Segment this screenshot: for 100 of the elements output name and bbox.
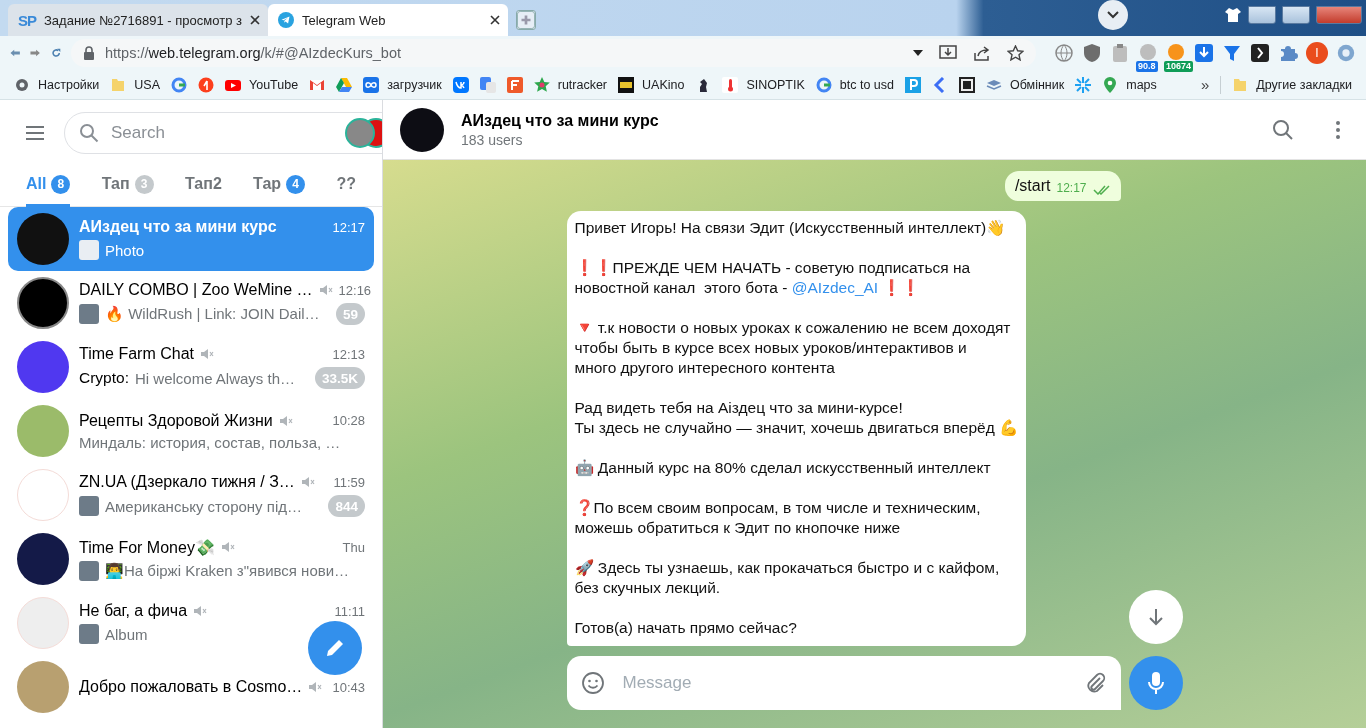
compose-button[interactable] bbox=[308, 621, 362, 675]
close-icon[interactable] bbox=[489, 15, 500, 25]
message-preview: 👨‍💻На біржі Kraken з"явився нови… bbox=[105, 561, 350, 580]
message-text: 🚀 Здесь ты узнаешь, как прокачаться быстро и с кайфом, без скучных лекций. bbox=[574, 558, 1001, 598]
infinity-icon bbox=[363, 76, 380, 93]
extension-badge: 10674 bbox=[1164, 61, 1193, 72]
minimize-button[interactable] bbox=[1248, 6, 1276, 24]
bookmark[interactable]: btc to usd bbox=[815, 76, 894, 93]
chat-name: Добро пожаловать в Cosmo… bbox=[79, 678, 303, 696]
bookmark[interactable]: YouTube bbox=[225, 76, 299, 93]
message-text: Рад видеть тебя на Аiздец что за мини-курсе! Ты здесь не случайно — значит, хочешь двигаться вперёд 💪 bbox=[574, 398, 1018, 438]
gear-icon bbox=[14, 76, 30, 93]
triangle-logo-icon[interactable] bbox=[336, 76, 353, 93]
browser-tab[interactable]: SP Задание №2716891 - просмотр з bbox=[8, 4, 268, 36]
bracket-icon[interactable] bbox=[1250, 43, 1270, 63]
chat-time: Thu bbox=[342, 539, 365, 555]
voice-button[interactable] bbox=[1128, 656, 1183, 710]
bookmark[interactable]: Обмінник bbox=[986, 76, 1065, 93]
chat-item[interactable]: DAILY COMBO | Zoo WeMine … 12:16 🔥 WildRush | Link: JOIN Dail… 59 bbox=[8, 271, 374, 335]
translate-icon[interactable] bbox=[479, 76, 496, 93]
folder-tab[interactable]: Тап 3 bbox=[101, 164, 154, 207]
film-icon bbox=[618, 76, 635, 93]
bookmark[interactable]: maps bbox=[1102, 76, 1157, 93]
microphone-icon bbox=[1145, 671, 1166, 695]
folder-tab[interactable]: Тап2 bbox=[184, 164, 222, 207]
puzzle-icon[interactable] bbox=[1278, 43, 1298, 63]
folder-tab[interactable]: Тар 4 bbox=[253, 164, 306, 207]
bookmark[interactable]: загрузчик bbox=[363, 76, 442, 93]
search-field[interactable]: Search bbox=[109, 121, 334, 144]
folder-icon bbox=[1232, 76, 1249, 93]
shield-icon[interactable] bbox=[1082, 43, 1102, 63]
unread-count: 4 bbox=[286, 174, 306, 194]
folder-tab[interactable]: ?? bbox=[336, 164, 356, 207]
chat-avatar[interactable] bbox=[400, 107, 444, 152]
tab-search-button[interactable] bbox=[1098, 0, 1128, 30]
circle-logo-icon[interactable] bbox=[198, 76, 214, 93]
unread-count: 3 bbox=[134, 174, 154, 194]
menu-icon[interactable] bbox=[24, 124, 46, 141]
coin-icon[interactable] bbox=[1166, 43, 1186, 63]
chat-name: Не баг, а фича bbox=[79, 602, 188, 620]
caret-icon[interactable] bbox=[913, 50, 923, 56]
message-preview: Album bbox=[105, 625, 148, 643]
chat-time: 10:43 bbox=[332, 679, 365, 695]
chat-item[interactable]: Time Farm Chat 12:13 Crypto: Hi welcome Always th… 33.5K bbox=[8, 335, 374, 399]
bookmark[interactable]: Другие закладки bbox=[1232, 76, 1352, 93]
message-text: /start bbox=[1014, 177, 1051, 195]
close-icon[interactable] bbox=[249, 15, 260, 25]
chat-item[interactable]: Добро пожаловать в Cosmo… 10:43 bbox=[8, 655, 374, 719]
profile-button[interactable]: I bbox=[1306, 42, 1328, 64]
globe-icon[interactable] bbox=[1054, 43, 1074, 63]
coin-icon[interactable] bbox=[1138, 43, 1158, 63]
chat-time: 12:16 bbox=[338, 282, 372, 298]
chat-item[interactable]: Time For Money💸 Thu 👨‍💻На біржі Kraken з"явився нови… bbox=[8, 527, 374, 591]
shirt-icon[interactable] bbox=[1224, 7, 1242, 23]
bookmark[interactable]: rutracker bbox=[533, 76, 608, 93]
smiley-icon[interactable] bbox=[580, 671, 605, 695]
share-icon[interactable] bbox=[973, 45, 991, 61]
chat-time: 11:11 bbox=[334, 603, 365, 619]
message-preview: Photo bbox=[105, 241, 145, 259]
clipboard-icon[interactable] bbox=[1110, 43, 1130, 63]
funnel-icon[interactable] bbox=[1222, 43, 1242, 63]
download-icon[interactable] bbox=[1194, 43, 1214, 63]
bookmark[interactable]: UAKino bbox=[618, 76, 685, 93]
chat-name: Time Farm Chat bbox=[79, 345, 194, 363]
chat-time: 12:13 bbox=[332, 346, 365, 362]
more-bookmarks-button[interactable]: » bbox=[1200, 76, 1210, 93]
square-logo-icon[interactable] bbox=[959, 76, 975, 93]
message-preview: Hi welcome Always th… bbox=[134, 369, 296, 387]
browser-tab[interactable]: Telegram Web bbox=[267, 4, 508, 36]
message-preview: Миндаль: история, состав, польза, … bbox=[79, 433, 341, 451]
chat-item[interactable]: ZN.UA (Дзеркало тижня / З… 11:59 Американську сторону під… 844 bbox=[8, 463, 374, 527]
bookmark[interactable]: USA bbox=[110, 76, 160, 93]
chat-name: Рецепты Здоровой Жизни bbox=[79, 411, 273, 430]
chat-name: Time For Money💸 bbox=[79, 537, 215, 557]
avatar bbox=[17, 469, 69, 521]
new-tab-icon[interactable] bbox=[515, 10, 536, 30]
bookmark[interactable]: Настройки bbox=[14, 76, 100, 93]
chat-name: DAILY COMBO | Zoo WeMine … bbox=[79, 281, 313, 299]
message-preview: 🔥 WildRush | Link: JOIN Dail… bbox=[105, 305, 320, 323]
install-icon[interactable] bbox=[939, 45, 957, 61]
avatar bbox=[17, 597, 69, 649]
search-icon[interactable] bbox=[1271, 117, 1295, 142]
scroll-down-button[interactable] bbox=[1128, 590, 1183, 644]
message-input[interactable]: Message bbox=[620, 672, 1067, 694]
chat-title[interactable]: АИздец что за мини курс bbox=[461, 111, 1240, 130]
message-field[interactable]: Message bbox=[566, 656, 1121, 710]
unread-count: 33.5K bbox=[314, 367, 365, 389]
bookmark[interactable]: SINOPTIK bbox=[722, 76, 805, 93]
g-logo-icon[interactable] bbox=[171, 76, 187, 93]
chevron-down-icon bbox=[1107, 11, 1119, 19]
map-pin-icon bbox=[1102, 76, 1119, 93]
message-time: 12:17 bbox=[1056, 181, 1087, 195]
sparkle-icon[interactable] bbox=[1075, 76, 1092, 93]
unread-count: 844 bbox=[328, 495, 365, 517]
star-icon[interactable] bbox=[1007, 45, 1024, 61]
gear-icon[interactable] bbox=[1336, 43, 1356, 63]
message-text: 🤖 Данный курс на 80% сделал искусственный интеллект bbox=[574, 458, 992, 478]
restore-button[interactable] bbox=[1282, 6, 1310, 24]
chat-item[interactable]: Не баг, а фича 11:11 Album bbox=[8, 591, 374, 655]
chat-item[interactable]: Рецепты Здоровой Жизни 10:28 Миндаль: история, состав, польза, … bbox=[8, 399, 374, 463]
